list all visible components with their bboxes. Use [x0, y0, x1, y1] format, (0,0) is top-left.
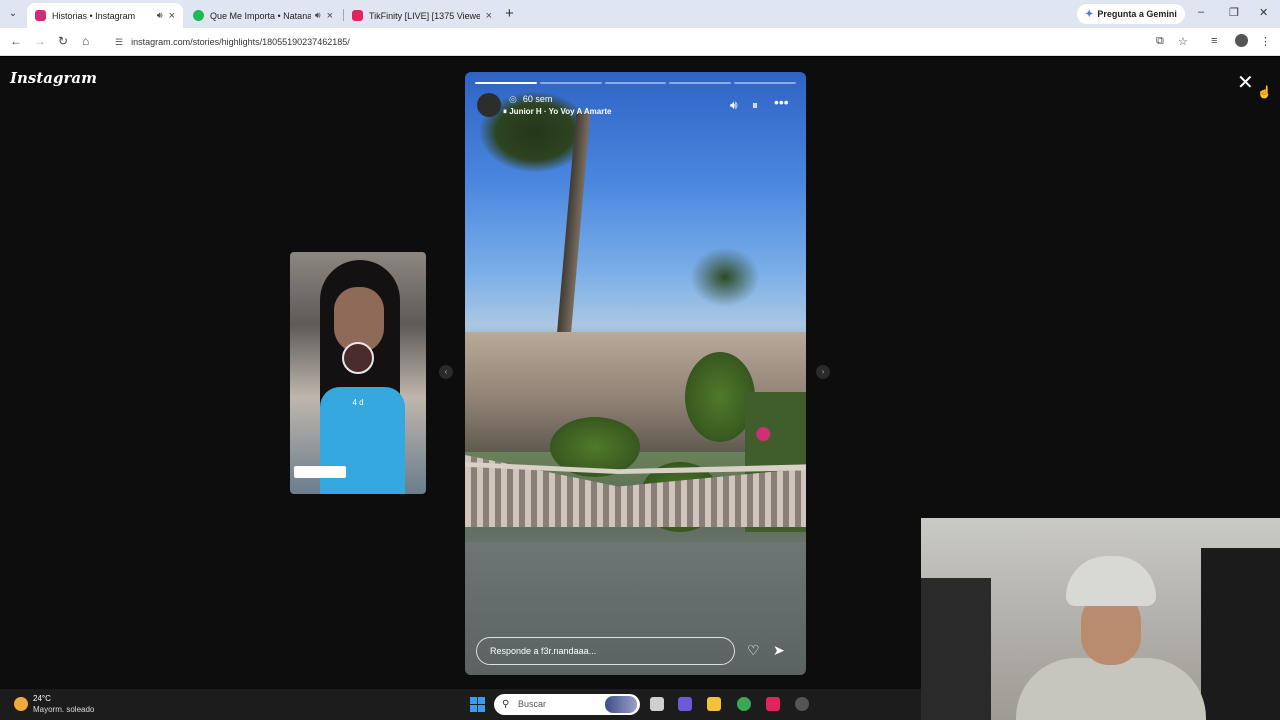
progress-segment — [604, 82, 667, 84]
chrome-icon[interactable] — [737, 697, 751, 711]
browser-toolbar: ← → ↻ ⌂ ☰ instagram.com/stories/highligh… — [0, 28, 1280, 56]
webcam-background — [1201, 548, 1280, 720]
close-tab-icon[interactable]: × — [486, 10, 492, 22]
site-info-icon[interactable]: ☰ — [115, 37, 123, 48]
profile-avatar[interactable] — [1235, 34, 1248, 47]
windows-taskbar: 24°C Mayorm. soleado ⚲ Buscar — [0, 689, 921, 720]
tab-search-chevron-icon[interactable]: ⌄ — [6, 7, 20, 21]
speaker-icon[interactable]: 🔊︎ — [157, 10, 163, 21]
url-text: instagram.com/stories/highlights/1805519… — [131, 37, 350, 47]
story-image-palm — [690, 247, 760, 307]
back-arrow-icon[interactable]: ← — [10, 34, 22, 48]
task-view-icon[interactable] — [650, 697, 664, 711]
progress-segment — [669, 82, 732, 84]
reply-input[interactable]: Responde a f3r.nandaaa... — [476, 637, 735, 665]
media-controls-icon[interactable]: ≡ — [1211, 35, 1217, 47]
tab-music[interactable]: Que Me Importa • Natanael 🔊︎ × — [185, 3, 341, 28]
close-stories-icon[interactable]: ✕ — [1237, 73, 1254, 93]
home-icon[interactable]: ⌂ — [82, 34, 89, 48]
instagram-favicon-icon — [35, 10, 46, 21]
windows-start-icon[interactable] — [470, 697, 485, 712]
webcam-overlay — [921, 518, 1280, 720]
music-bars-icon: ⏸︎ — [503, 107, 507, 116]
close-tab-icon[interactable]: × — [327, 10, 333, 22]
gemini-spark-icon: ✦ — [1085, 8, 1094, 20]
story-user-info[interactable]: ◎ 60 sem — [509, 94, 552, 105]
weather-temperature[interactable]: 24°C — [33, 694, 51, 703]
search-placeholder: Buscar — [518, 699, 547, 709]
close-tab-icon[interactable]: × — [169, 10, 175, 22]
webcam-person-cap — [1066, 556, 1156, 606]
reload-icon[interactable]: ↻ — [58, 34, 68, 48]
previous-story-preview[interactable]: 4 d — [290, 252, 426, 494]
story-music-label[interactable]: ⏸︎ Junior H · Yo Voy A Amarte — [503, 107, 611, 117]
story-username: 60 sem — [522, 94, 553, 104]
teams-icon[interactable] — [678, 697, 692, 711]
tab-title: TikFinity [LIVE] [1375 Viewers] — [369, 10, 480, 21]
preview-avatar — [342, 342, 374, 374]
taskbar-search[interactable]: ⚲ Buscar — [494, 694, 640, 715]
tab-tikfinity[interactable]: TikFinity [LIVE] [1375 Viewers] × — [344, 3, 500, 28]
story-progress-bar — [475, 82, 796, 84]
mouse-cursor-icon: ☝ — [1257, 85, 1272, 99]
search-icon: ⚲ — [502, 699, 510, 710]
new-tab-button[interactable]: + — [505, 5, 514, 22]
share-send-icon[interactable]: ➤ — [773, 642, 785, 659]
progress-segment — [539, 82, 602, 84]
story-user-avatar[interactable] — [477, 93, 501, 117]
browser-tab-bar: ⌄ Historias • Instagram 🔊︎ × Que Me Impo… — [0, 0, 1280, 28]
webcam-person-hoodie — [1016, 658, 1206, 720]
weather-condition[interactable]: Mayorm. soleado — [33, 705, 94, 714]
speaker-icon[interactable]: 🔊︎ — [315, 10, 321, 21]
search-highlight-image — [605, 696, 637, 713]
preview-time: 4 d — [352, 398, 364, 407]
tab-title: Que Me Importa • Natanael — [210, 10, 311, 21]
minimize-icon[interactable]: – — [1198, 6, 1204, 18]
install-app-icon[interactable]: ⧉ — [1156, 35, 1164, 48]
volume-icon[interactable]: 🔊︎ — [730, 98, 738, 113]
forward-arrow-icon[interactable]: → — [34, 34, 46, 48]
gemini-button[interactable]: ✦ Pregunta a Gemini — [1077, 4, 1185, 24]
story-music-text: Junior H · Yo Voy A Amarte — [509, 107, 612, 116]
tikfinity-favicon-icon — [352, 10, 363, 21]
tab-instagram[interactable]: Historias • Instagram 🔊︎ × — [27, 3, 183, 28]
app-icon[interactable] — [795, 697, 809, 711]
preview-sticker — [294, 466, 346, 478]
story-user-ring-icon: ◎ — [509, 94, 517, 104]
more-options-icon[interactable]: ••• — [774, 94, 789, 110]
menu-dots-icon[interactable]: ⋮ — [1260, 35, 1271, 48]
window-close-icon[interactable]: ✕ — [1259, 6, 1268, 19]
current-story[interactable]: ◎ 60 sem ⏸︎ Junior H · Yo Voy A Amarte 🔊… — [465, 72, 806, 675]
restore-icon[interactable]: ❐ — [1229, 6, 1239, 19]
webcam-chair — [921, 578, 991, 720]
spotify-favicon-icon — [193, 10, 204, 21]
instagram-logo[interactable]: Instagram — [10, 69, 97, 87]
tab-title: Historias • Instagram — [52, 10, 136, 21]
bookmark-star-icon[interactable]: ☆ — [1178, 35, 1188, 48]
tikfinity-icon[interactable] — [766, 697, 780, 711]
gemini-label: Pregunta a Gemini — [1097, 9, 1177, 19]
previous-story-arrow-icon[interactable]: ‹ — [439, 365, 453, 379]
file-explorer-icon[interactable] — [707, 697, 721, 711]
like-heart-icon[interactable]: ♡ — [747, 642, 760, 659]
progress-segment — [475, 82, 537, 84]
pause-icon[interactable]: ⏸︎ — [752, 98, 758, 113]
progress-segment — [734, 82, 796, 84]
weather-sun-icon[interactable] — [14, 697, 28, 711]
next-story-arrow-icon[interactable]: › — [816, 365, 830, 379]
address-bar[interactable]: ☰ instagram.com/stories/highlights/18055… — [105, 31, 1145, 53]
